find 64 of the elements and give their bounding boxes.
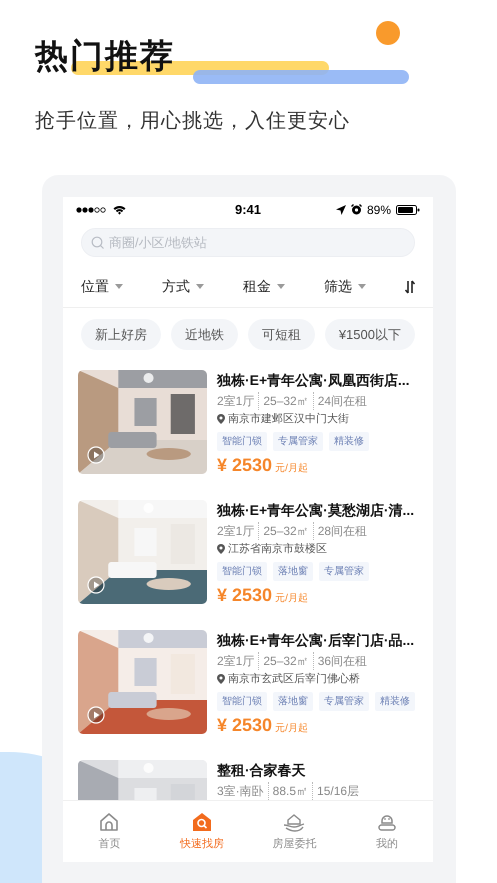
- house-search-icon: [190, 810, 213, 833]
- search-field[interactable]: 商圈/小区/地铁站: [81, 228, 415, 257]
- listing-spec: 2室1厅: [217, 653, 254, 670]
- listing-spec: 24间在租: [312, 392, 368, 410]
- location-arrow-icon: [336, 204, 346, 214]
- listing-spec: 28间在租: [312, 522, 368, 540]
- price-unit: 元/月起: [275, 592, 308, 606]
- feature-tag: 智能门锁: [217, 432, 267, 450]
- battery-icon: [396, 204, 420, 214]
- feature-tag: 精装修: [375, 692, 415, 710]
- listing-address: 江苏省南京市鼓楼区: [228, 542, 327, 557]
- home-icon: [98, 810, 120, 833]
- listing-title[interactable]: 整租·合家春天: [217, 760, 360, 780]
- filter-dropdown[interactable]: 位置: [81, 276, 123, 297]
- listing-address: 南京市建邺区汉中门大街: [228, 412, 349, 427]
- listing-title[interactable]: 独栋·E+青年公寓·凤凰西街店...: [217, 370, 410, 390]
- listing-spec: 3室·南卧: [217, 783, 264, 800]
- feature-tag: 智能门锁: [217, 562, 267, 580]
- caret-icon: [358, 284, 366, 289]
- sort-icon[interactable]: [405, 280, 415, 294]
- caret-icon: [277, 284, 285, 289]
- filter-chip[interactable]: 新上好房: [81, 319, 161, 350]
- listing-title[interactable]: 独栋·E+青年公寓·后宰门店·品...: [217, 630, 415, 650]
- feature-tag: 专属管家: [273, 432, 323, 450]
- status-time: 9:41: [234, 200, 262, 219]
- listing-price: ¥ 2530: [217, 584, 272, 606]
- listing-spec: 25–32㎡: [258, 522, 309, 540]
- search-icon: [91, 236, 104, 249]
- listing-title[interactable]: 独栋·E+青年公寓·莫愁湖店·清...: [217, 500, 414, 520]
- listing-price: ¥ 2530: [217, 714, 272, 736]
- location-pin-icon: [217, 674, 225, 684]
- play-icon[interactable]: [87, 706, 105, 724]
- subtitle: 抢手位置，用心挑选，入住更安心: [35, 109, 351, 134]
- listing-spec: 36间在租: [312, 652, 368, 670]
- play-icon[interactable]: [87, 446, 105, 464]
- battery-percent: 89%: [366, 202, 391, 218]
- listing-spec: 2室1厅: [217, 523, 254, 540]
- filter-dropdown[interactable]: 方式: [162, 276, 204, 297]
- listing-spec: 25–32㎡: [258, 652, 309, 670]
- feature-tag: 专属管家: [319, 562, 369, 580]
- filter-chip[interactable]: 可短租: [248, 319, 315, 350]
- feature-tag: 智能门锁: [217, 692, 267, 710]
- alarm-icon: [350, 204, 362, 215]
- filter-chip[interactable]: ¥1500以下: [324, 319, 415, 350]
- feature-tag: 落地窗: [273, 692, 313, 710]
- feature-tag: 精装修: [329, 432, 369, 450]
- listing-spec: 2室1厅: [217, 393, 254, 410]
- price-unit: 元/月起: [275, 722, 308, 736]
- filter-dropdown[interactable]: 筛选: [324, 276, 366, 297]
- caret-icon: [196, 284, 204, 289]
- location-pin-icon: [217, 544, 225, 554]
- listing-spec: 25–32㎡: [258, 392, 309, 410]
- feature-tag: 专属管家: [319, 692, 369, 710]
- filter-chip[interactable]: 近地铁: [170, 319, 238, 350]
- location-pin-icon: [217, 414, 225, 424]
- signal-icon: [76, 206, 108, 212]
- listing-price: ¥ 2530: [217, 454, 272, 476]
- feature-tag: 落地窗: [273, 562, 313, 580]
- caret-icon: [115, 284, 123, 289]
- listing-address: 南京市玄武区后宰门佛心桥: [228, 672, 360, 687]
- filter-dropdown[interactable]: 租金: [243, 276, 285, 297]
- play-icon[interactable]: [87, 576, 105, 594]
- price-unit: 元/月起: [275, 462, 308, 476]
- wifi-icon: [113, 204, 126, 214]
